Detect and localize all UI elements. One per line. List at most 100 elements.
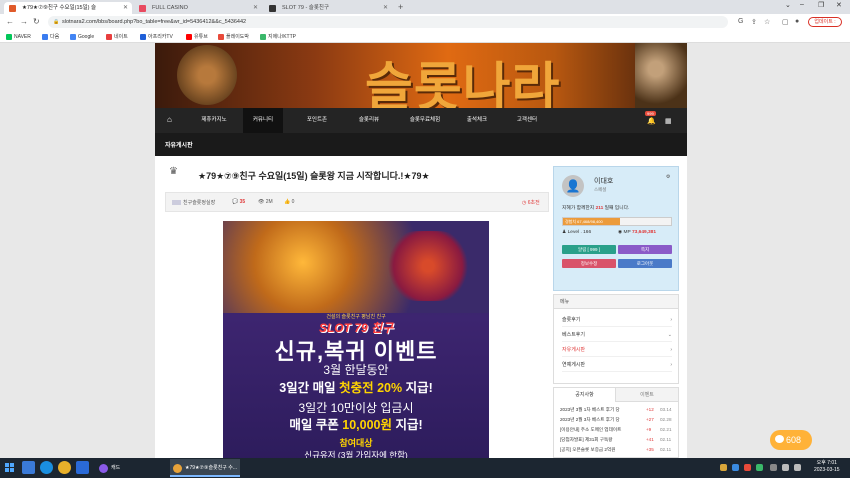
nav-point-zone[interactable]: 포인트존 xyxy=(295,108,339,133)
bookmark-star-icon[interactable]: ☆ xyxy=(764,18,770,26)
list-item[interactable]: 2023년 3월 1차 베스트 후기 당 +12 03.14 xyxy=(560,405,674,415)
network-icon[interactable] xyxy=(782,464,789,471)
minimize-button[interactable]: – xyxy=(800,1,804,8)
bookmark-naver[interactable]: NAVER xyxy=(6,32,31,42)
tray-app-icon[interactable] xyxy=(756,464,763,471)
bell-icon[interactable]: 🔔 xyxy=(647,117,656,125)
back-button[interactable]: ← xyxy=(6,17,14,26)
close-tab-icon[interactable]: ✕ xyxy=(383,2,388,14)
edit-profile-button[interactable]: 정보수정 xyxy=(562,259,616,268)
user-mp: ◉ MP 73,649,381 xyxy=(618,230,656,235)
nav-community[interactable]: 커뮤니티 xyxy=(243,108,283,133)
store-icon[interactable] xyxy=(76,461,89,474)
eye-icon: 👁 xyxy=(258,199,266,205)
windows-start-button[interactable] xyxy=(5,463,14,472)
bookmark-play[interactable]: 플레이도박 xyxy=(218,32,249,42)
alarm-button[interactable]: 알림 [ 999 ] xyxy=(562,245,616,254)
profile-icon[interactable]: ● xyxy=(795,18,799,25)
nav-customer-center[interactable]: 고객센터 xyxy=(505,108,549,133)
share-icon[interactable]: ⇪ xyxy=(751,18,757,26)
tab-notice[interactable]: 공지사항 xyxy=(554,388,616,402)
tray-app-icon[interactable] xyxy=(732,464,739,471)
member-days: 지혜가 함께한지 211 일째 입니다. xyxy=(562,206,630,211)
thumbs-up-icon: 👍 xyxy=(284,199,292,205)
site-banner[interactable]: 슬롯나라 xyxy=(155,43,687,108)
nav-slot-review[interactable]: 슬롯리뷰 xyxy=(347,108,391,133)
taskbar-app-chrome[interactable]: ★79★⑦⑨슬롯친구 수... xyxy=(170,459,240,477)
close-tab-icon[interactable]: ✕ xyxy=(253,2,258,14)
bookmark-afreecatv[interactable]: 아프리카TV xyxy=(140,32,173,42)
post-author[interactable]: 친구슬롯정실장 xyxy=(172,199,215,206)
notification-badge: 999 xyxy=(645,111,656,116)
logout-button[interactable]: 로그아웃 xyxy=(618,259,672,268)
chrome-app-icon xyxy=(173,464,182,473)
taskbar-app-cad[interactable]: 캐드 xyxy=(96,459,166,477)
update-button[interactable]: 업데이트 : xyxy=(808,17,842,27)
avatar[interactable]: 👤 xyxy=(562,175,584,197)
bookmarks-bar: NAVER 다음 Google 네이트 아프리카TV 유튜브 플레이도박 지에나… xyxy=(0,31,850,43)
tab-favicon-icon xyxy=(139,5,146,12)
promo-line-4: 매일 쿠폰 10,000원 지급! xyxy=(289,418,423,432)
tray-app-icon[interactable] xyxy=(720,464,727,471)
menu-item-slot-review[interactable]: 슬롯후기 › xyxy=(562,313,672,327)
user-level: ♟ Level . 166 xyxy=(562,230,592,235)
rank-icon: ♛ xyxy=(169,166,178,177)
gear-icon[interactable]: ⚙ xyxy=(666,174,670,180)
browser-tab-1[interactable]: ★79★⑦⑨친구 수요일(15일) 슬 ✕ xyxy=(4,2,132,14)
list-item[interactable]: 2023년 2월 3차 베스트 후기 당 +27 02.28 xyxy=(560,415,674,425)
address-bar[interactable]: 🔒 slotnara2.com/bbs/board.php?bo_table=f… xyxy=(48,16,728,28)
reload-button[interactable]: ↻ xyxy=(33,17,40,26)
chat-icon xyxy=(775,435,784,443)
comment-count: 💬 35 xyxy=(232,199,246,205)
browser-tab-3[interactable]: SLOT 79 - 슬롯친구 ✕ xyxy=(264,2,392,14)
view-count: 👁 2M xyxy=(258,199,273,205)
bookmark-nate[interactable]: 네이트 xyxy=(106,32,128,42)
home-icon[interactable]: ⌂ xyxy=(167,116,175,124)
site-logo[interactable]: 슬롯나라 xyxy=(365,45,560,108)
menu-item-free-board[interactable]: 자유게시판 › xyxy=(562,343,672,357)
bookmark-daum[interactable]: 다음 xyxy=(42,32,59,42)
promo-image: 건설의 슬롯친구 평남친 친구 SLOT 79 친구 신규,복귀 이벤트 3월 … xyxy=(223,221,489,458)
list-item[interactable]: [당첨자발표] 제31회 구독왕 +41 02.11 xyxy=(560,435,674,445)
close-tab-icon[interactable]: ✕ xyxy=(123,2,128,14)
list-item[interactable]: [이용안내] 주소 도메인 업데이트 +9 02.21 xyxy=(560,425,674,435)
tray-chevron-icon[interactable] xyxy=(770,464,777,471)
nav-attendance[interactable]: 출석체크 xyxy=(455,108,499,133)
close-window-button[interactable]: ✕ xyxy=(836,1,842,9)
naver-icon xyxy=(6,34,12,40)
forward-button[interactable]: → xyxy=(20,17,28,26)
menu-item-best-review[interactable]: 베스트후기 ⌄ xyxy=(562,328,672,342)
system-clock[interactable]: 오후 7:01 2023-03-15 xyxy=(814,460,840,474)
tray-app-icon[interactable] xyxy=(744,464,751,471)
promo-target-desc: 신규유저 (3월 가입자에 한함) xyxy=(304,450,408,458)
promo-line-1: 3월 한달동안 xyxy=(323,363,389,377)
lock-icon: 🔒 xyxy=(53,19,60,25)
menu-item-entertainment-board[interactable]: 연예게시판 › xyxy=(562,358,672,372)
play-icon xyxy=(218,34,224,40)
nate-icon xyxy=(106,34,112,40)
grid-menu-icon[interactable]: ▦ xyxy=(665,117,672,125)
tab-search-icon[interactable]: ⌄ xyxy=(785,1,791,9)
bookmark-google[interactable]: Google xyxy=(70,32,94,42)
chrome-icon[interactable] xyxy=(58,461,71,474)
tab-favicon-icon xyxy=(269,5,276,12)
new-tab-button[interactable]: + xyxy=(398,2,403,12)
bookmark-youtube[interactable]: 유튜브 xyxy=(186,32,208,42)
file-explorer-icon[interactable] xyxy=(22,461,35,474)
nav-affiliate-casino[interactable]: 제휴카지노 xyxy=(190,108,238,133)
edge-icon[interactable] xyxy=(40,461,53,474)
cad-app-icon xyxy=(99,464,108,473)
google-lens-icon[interactable]: G xyxy=(738,18,743,25)
chat-button[interactable]: 608 xyxy=(770,430,812,450)
tab-event[interactable]: 이벤트 xyxy=(616,388,678,402)
nav-free-slot[interactable]: 슬롯무료체험 xyxy=(399,108,451,133)
user-role: 스페셜 xyxy=(594,187,607,192)
list-item[interactable]: [공지] 오픈슬롯 보증금 2억원 +35 02.11 xyxy=(560,445,674,455)
maximize-button[interactable]: ❐ xyxy=(818,1,824,9)
bookmark-kttp[interactable]: 지에나/KTTP xyxy=(260,32,296,42)
message-button[interactable]: 쪽지 xyxy=(618,245,672,254)
browser-tab-2[interactable]: FULL CASINO ✕ xyxy=(134,2,262,14)
post-time: ◷ 6초전 xyxy=(522,200,540,206)
volume-icon[interactable] xyxy=(794,464,801,471)
sidebar-icon[interactable]: ▢ xyxy=(782,18,789,26)
